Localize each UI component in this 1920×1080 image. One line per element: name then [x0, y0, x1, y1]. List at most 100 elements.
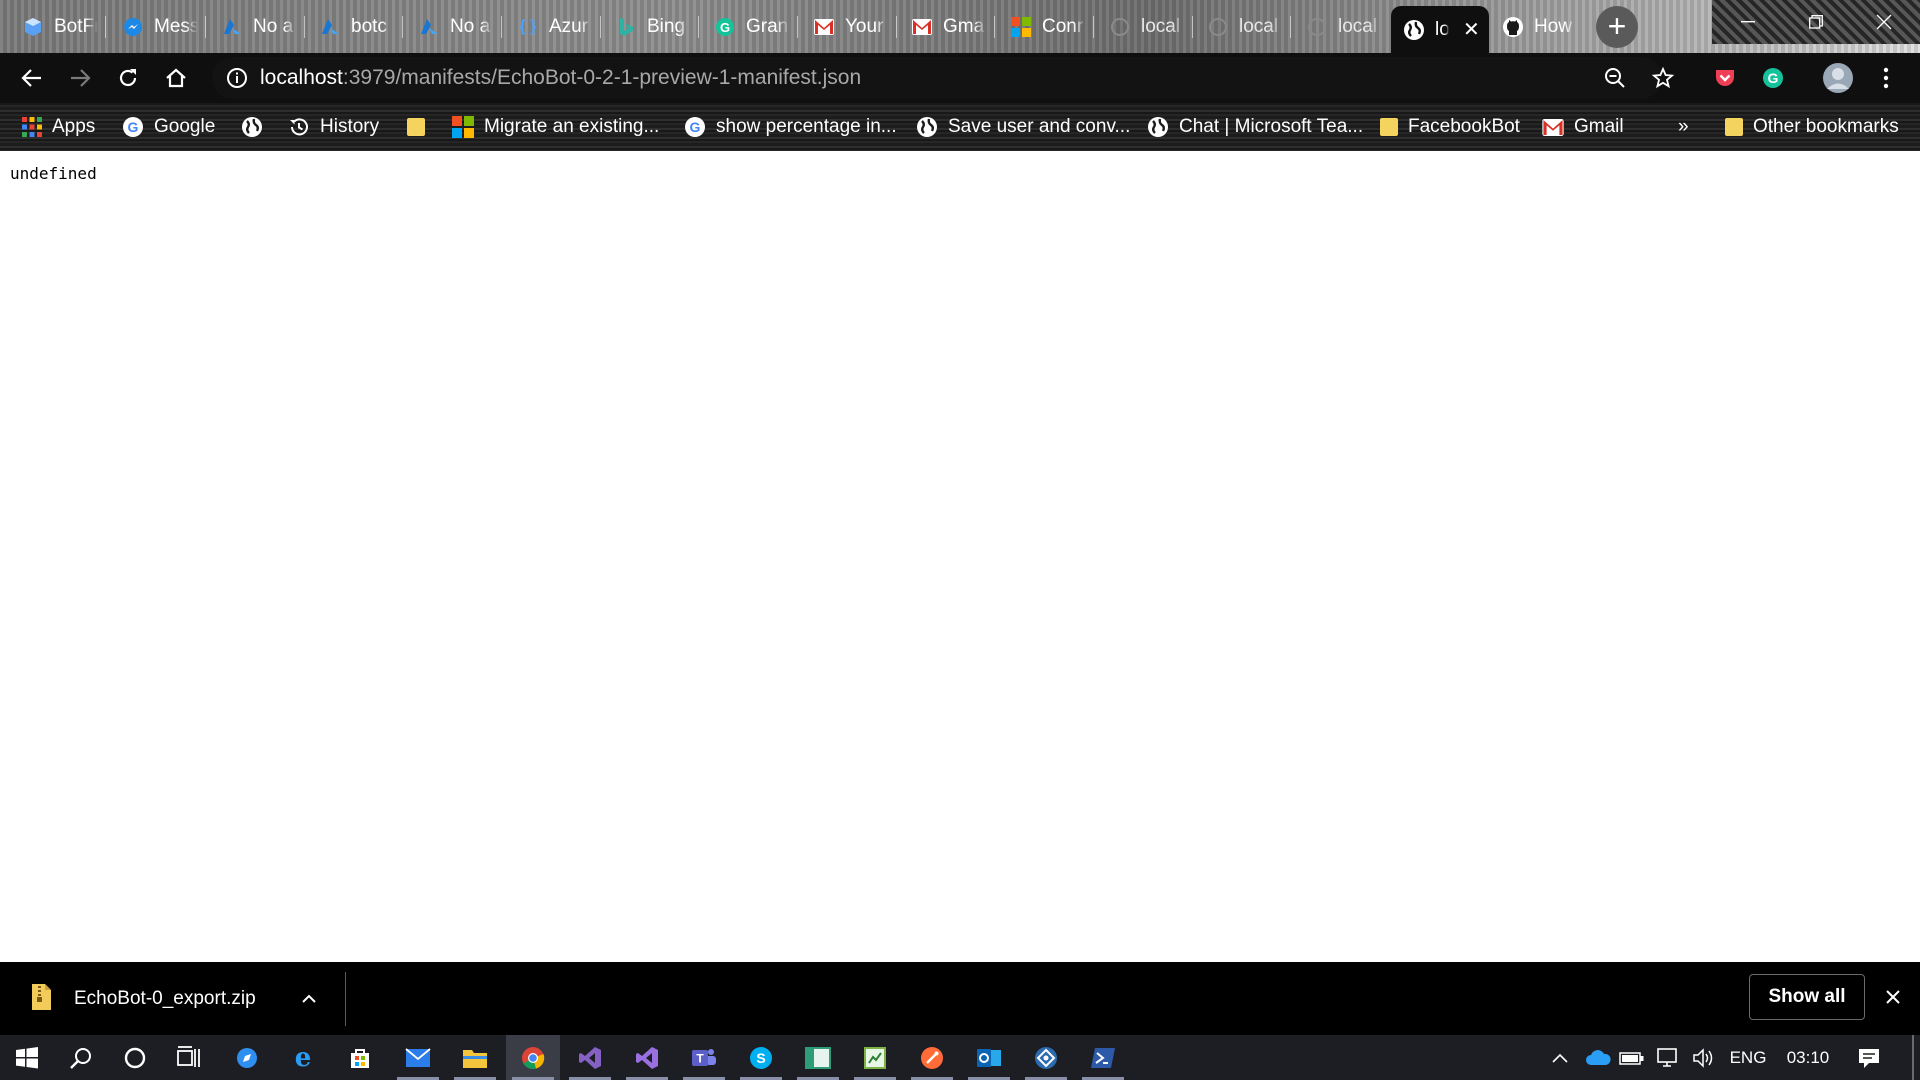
menu-button[interactable] — [1864, 53, 1908, 103]
taskbar-app-skype[interactable]: S — [734, 1035, 788, 1080]
taskbar-app-visual-studio-1[interactable] — [563, 1035, 617, 1080]
bookmark-facebookbot[interactable]: FacebookBot — [1380, 103, 1520, 151]
home-button[interactable] — [154, 53, 198, 103]
svg-text:G: G — [1768, 70, 1779, 86]
network-tray-button[interactable] — [1651, 1035, 1685, 1080]
bookmark-label: Save user and conv... — [948, 116, 1131, 137]
tab-grammarly[interactable]: G Gran — [702, 6, 798, 48]
tab-bing[interactable]: Bing — [603, 6, 699, 48]
info-icon[interactable] — [226, 67, 248, 89]
search-button[interactable] — [54, 1035, 108, 1080]
cloud-icon — [1586, 1049, 1611, 1065]
tab-label: Bing — [647, 16, 686, 37]
bookmark-show-percentage[interactable]: G show percentage in... — [684, 103, 897, 151]
tab-gmail-1[interactable]: Your — [801, 6, 897, 48]
tab-localhost-2[interactable]: local — [1195, 6, 1291, 48]
tab-localhost-3[interactable]: local — [1294, 6, 1390, 48]
tab-azure-functions[interactable]: { } Azur — [505, 6, 601, 48]
bookmark-other[interactable]: Other bookmarks — [1725, 103, 1899, 151]
minimize-button[interactable] — [1715, 0, 1781, 44]
bookmark-migrate[interactable]: Migrate an existing... — [452, 103, 659, 151]
clock[interactable]: 03:10 — [1780, 1035, 1836, 1080]
notification-icon — [1859, 1048, 1879, 1068]
start-button[interactable] — [0, 1035, 54, 1080]
task-view-button[interactable] — [162, 1035, 216, 1080]
taskbar-app-store[interactable] — [333, 1035, 387, 1080]
windows-start-icon — [16, 1046, 38, 1068]
bookmark-label: Google — [154, 116, 216, 137]
close-tab-icon[interactable]: ✕ — [1463, 17, 1480, 42]
svg-text:S: S — [756, 1050, 765, 1066]
chevron-up-icon[interactable] — [300, 986, 318, 1010]
taskbar-app-mail[interactable] — [391, 1035, 445, 1080]
restore-button[interactable] — [1783, 0, 1849, 44]
show-all-downloads-button[interactable]: Show all — [1749, 974, 1865, 1020]
back-button[interactable] — [10, 53, 54, 103]
loading-icon — [1306, 16, 1328, 38]
bookmark-history[interactable]: History — [288, 103, 379, 151]
taskbar-app-visual-studio-2[interactable] — [620, 1035, 674, 1080]
bookmark-gmail[interactable]: Gmail — [1542, 103, 1624, 151]
volume-tray-button[interactable] — [1687, 1035, 1721, 1080]
tab-active-localhost[interactable]: lo ✕ — [1391, 6, 1489, 53]
taskbar-app-file-explorer[interactable] — [448, 1035, 502, 1080]
tab-github[interactable]: How — [1490, 6, 1586, 48]
tab-microsoft[interactable]: Conr — [998, 6, 1094, 48]
taskbar-app-teams[interactable]: T — [677, 1035, 731, 1080]
bookmarks-overflow-button[interactable]: » — [1678, 103, 1689, 151]
azure-icon — [221, 16, 243, 38]
zoom-button[interactable] — [1593, 53, 1637, 103]
bookmark-label: Gmail — [1574, 116, 1624, 137]
show-desktop-button[interactable] — [1912, 1035, 1914, 1080]
tab-label: No a — [253, 16, 294, 37]
bookmark-chat-teams[interactable]: Chat | Microsoft Tea... — [1147, 103, 1363, 151]
cortana-button[interactable] — [108, 1035, 162, 1080]
outlook-icon — [977, 1048, 1001, 1067]
battery-tray-button[interactable] — [1615, 1035, 1649, 1080]
forward-button[interactable] — [58, 53, 102, 103]
taskbar-app-edge[interactable]: e — [276, 1035, 330, 1080]
tab-azure-2[interactable]: botc — [307, 6, 403, 48]
bookmark-google[interactable]: G Google — [122, 103, 215, 151]
tab-botframework[interactable]: BotFr — [10, 6, 106, 48]
show-hidden-icons-button[interactable] — [1546, 1035, 1574, 1080]
tab-messenger[interactable]: Mess — [110, 6, 206, 48]
notes-app-icon — [864, 1046, 886, 1069]
bookmark-globe[interactable] — [241, 103, 263, 151]
address-bar[interactable]: localhost:3979/manifests/EchoBot-0-2-1-p… — [212, 57, 1662, 99]
bookmark-apps[interactable]: Apps — [22, 103, 95, 151]
input-language-button[interactable]: ENG — [1725, 1035, 1771, 1080]
close-window-button[interactable] — [1851, 0, 1917, 44]
taskbar-app-bot-emulator[interactable] — [1019, 1035, 1073, 1080]
bookmark-save-user[interactable]: Save user and conv... — [916, 103, 1130, 151]
grammarly-icon: G — [1763, 68, 1783, 88]
taskbar-app-outlook[interactable] — [962, 1035, 1016, 1080]
reload-button[interactable] — [106, 53, 150, 103]
globe-icon — [242, 117, 262, 137]
visual-studio-icon — [579, 1046, 601, 1069]
tab-azure-3[interactable]: No a — [406, 6, 502, 48]
tab-label: local — [1141, 16, 1181, 37]
taskbar-app-browser[interactable] — [220, 1035, 274, 1080]
bookmark-star-button[interactable] — [1641, 53, 1685, 103]
bookmark-folder[interactable] — [407, 103, 425, 151]
close-icon[interactable] — [1880, 984, 1906, 1010]
onedrive-tray-button[interactable] — [1581, 1035, 1615, 1080]
close-icon — [1876, 14, 1892, 30]
download-item[interactable]: EchoBot-0_export.zip — [0, 962, 345, 1035]
tab-localhost-1[interactable]: local — [1097, 6, 1193, 48]
url-text[interactable]: localhost:3979/manifests/EchoBot-0-2-1-p… — [260, 66, 861, 90]
taskbar-app-powershell[interactable] — [1076, 1035, 1130, 1080]
action-center-button[interactable] — [1846, 1035, 1892, 1080]
profile-button[interactable] — [1816, 53, 1860, 103]
taskbar-app-postman[interactable] — [905, 1035, 959, 1080]
taskbar-app-window[interactable] — [791, 1035, 845, 1080]
taskbar-app-notes[interactable] — [848, 1035, 902, 1080]
pocket-extension-button[interactable] — [1703, 53, 1747, 103]
new-tab-button[interactable]: + — [1596, 6, 1638, 48]
grammarly-extension-button[interactable]: G — [1751, 53, 1795, 103]
tab-azure-1[interactable]: No a — [209, 6, 305, 48]
taskbar-app-chrome[interactable] — [506, 1035, 560, 1080]
cortana-icon — [124, 1047, 146, 1068]
tab-gmail-2[interactable]: Gma — [899, 6, 995, 48]
